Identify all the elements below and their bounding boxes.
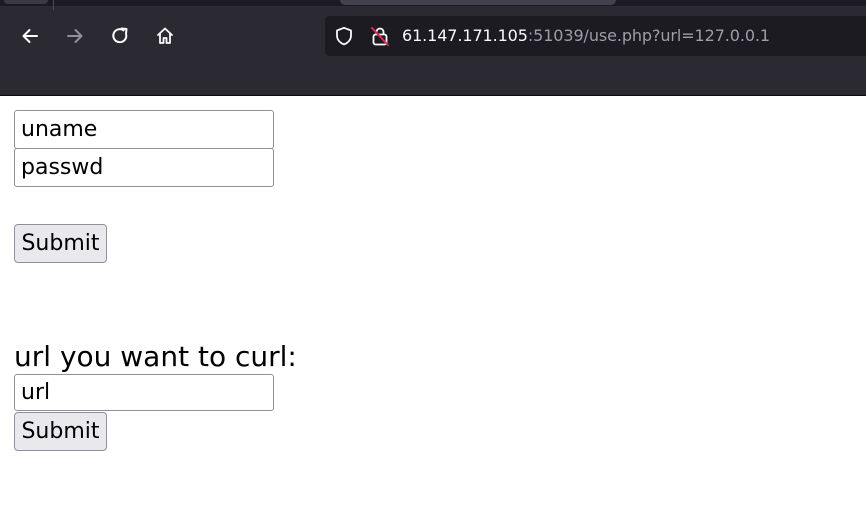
back-button[interactable]	[16, 22, 44, 50]
tab-active[interactable]	[340, 0, 616, 5]
tab-strip	[0, 0, 866, 10]
url-host: 61.147.171.105	[402, 26, 528, 45]
curl-url-label: url you want to curl:	[14, 340, 297, 373]
arrow-right-icon	[67, 29, 83, 43]
address-bar[interactable]: 61.147.171.105:51039/use.php?url=127.0.0…	[325, 16, 866, 56]
tab-separator	[53, 0, 54, 10]
tab-inactive[interactable]	[4, 0, 48, 4]
url-input[interactable]	[14, 374, 274, 411]
insecure-lock-icon[interactable]	[369, 25, 391, 47]
forward-button[interactable]	[61, 22, 89, 50]
page-content: Submit url you want to curl: Submit	[0, 97, 866, 509]
password-input[interactable]	[14, 148, 274, 187]
username-input[interactable]	[14, 110, 274, 149]
url-text[interactable]: 61.147.171.105:51039/use.php?url=127.0.0…	[402, 25, 770, 47]
shield-icon[interactable]	[334, 26, 354, 46]
curl-submit-button[interactable]: Submit	[14, 412, 107, 451]
login-submit-button[interactable]: Submit	[14, 224, 107, 263]
home-button[interactable]	[151, 22, 179, 50]
reload-icon	[112, 27, 128, 44]
arrow-left-icon	[22, 29, 38, 43]
home-icon	[157, 27, 173, 44]
url-path: :51039/use.php?url=127.0.0.1	[527, 26, 770, 45]
reload-button[interactable]	[106, 22, 134, 50]
browser-toolbar: 61.147.171.105:51039/use.php?url=127.0.0…	[0, 0, 866, 96]
